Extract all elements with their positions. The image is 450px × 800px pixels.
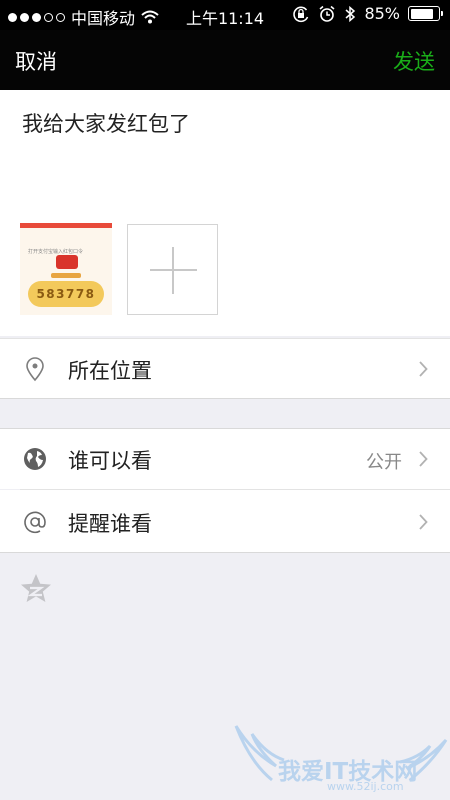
post-text-input[interactable]: 我给大家发红包了 <box>22 108 190 138</box>
rotation-lock-icon <box>293 6 309 22</box>
site-watermark: 我爱IT技术网 www.52ij.com <box>232 722 450 800</box>
red-envelope-label <box>51 273 81 278</box>
visibility-row[interactable]: 谁可以看 公开 <box>0 428 450 489</box>
add-photo-button[interactable] <box>127 224 218 315</box>
at-icon <box>24 511 46 534</box>
red-envelope-icon <box>56 255 78 269</box>
alarm-icon <box>319 5 335 22</box>
nav-bar: 取消 发送 <box>0 30 450 90</box>
battery-percent: 85% <box>364 4 400 23</box>
battery-icon <box>408 6 443 21</box>
status-bar: 中国移动 上午11:14 85% <box>0 0 450 30</box>
location-label: 所在位置 <box>68 359 152 383</box>
qzone-icon[interactable] <box>20 573 52 605</box>
post-composer: 我给大家发红包了 打开支付宝输入红包口令 583778 <box>0 90 450 336</box>
mention-label: 提醒谁看 <box>68 512 152 536</box>
bluetooth-icon <box>345 5 356 22</box>
photo-thumbnail[interactable]: 打开支付宝输入红包口令 583778 <box>20 223 112 315</box>
location-pin-icon <box>26 357 44 382</box>
visibility-label: 谁可以看 <box>68 449 152 473</box>
globe-icon <box>24 448 46 470</box>
chevron-right-icon <box>419 451 428 467</box>
red-envelope-code: 583778 <box>28 281 104 307</box>
watermark-url: www.52ij.com <box>327 780 404 793</box>
status-right: 85% <box>292 4 443 23</box>
thumbnail-tip: 打开支付宝输入红包口令 <box>28 249 84 255</box>
visibility-value: 公开 <box>366 452 402 473</box>
send-button[interactable]: 发送 <box>393 46 435 76</box>
chevron-right-icon <box>419 361 428 377</box>
chevron-right-icon <box>419 514 428 530</box>
mention-row[interactable]: 提醒谁看 <box>0 490 450 553</box>
thumbnail-header-bar <box>20 223 112 228</box>
location-row[interactable]: 所在位置 <box>0 338 450 399</box>
battery-fill <box>410 8 434 19</box>
cancel-button[interactable]: 取消 <box>15 46 57 76</box>
